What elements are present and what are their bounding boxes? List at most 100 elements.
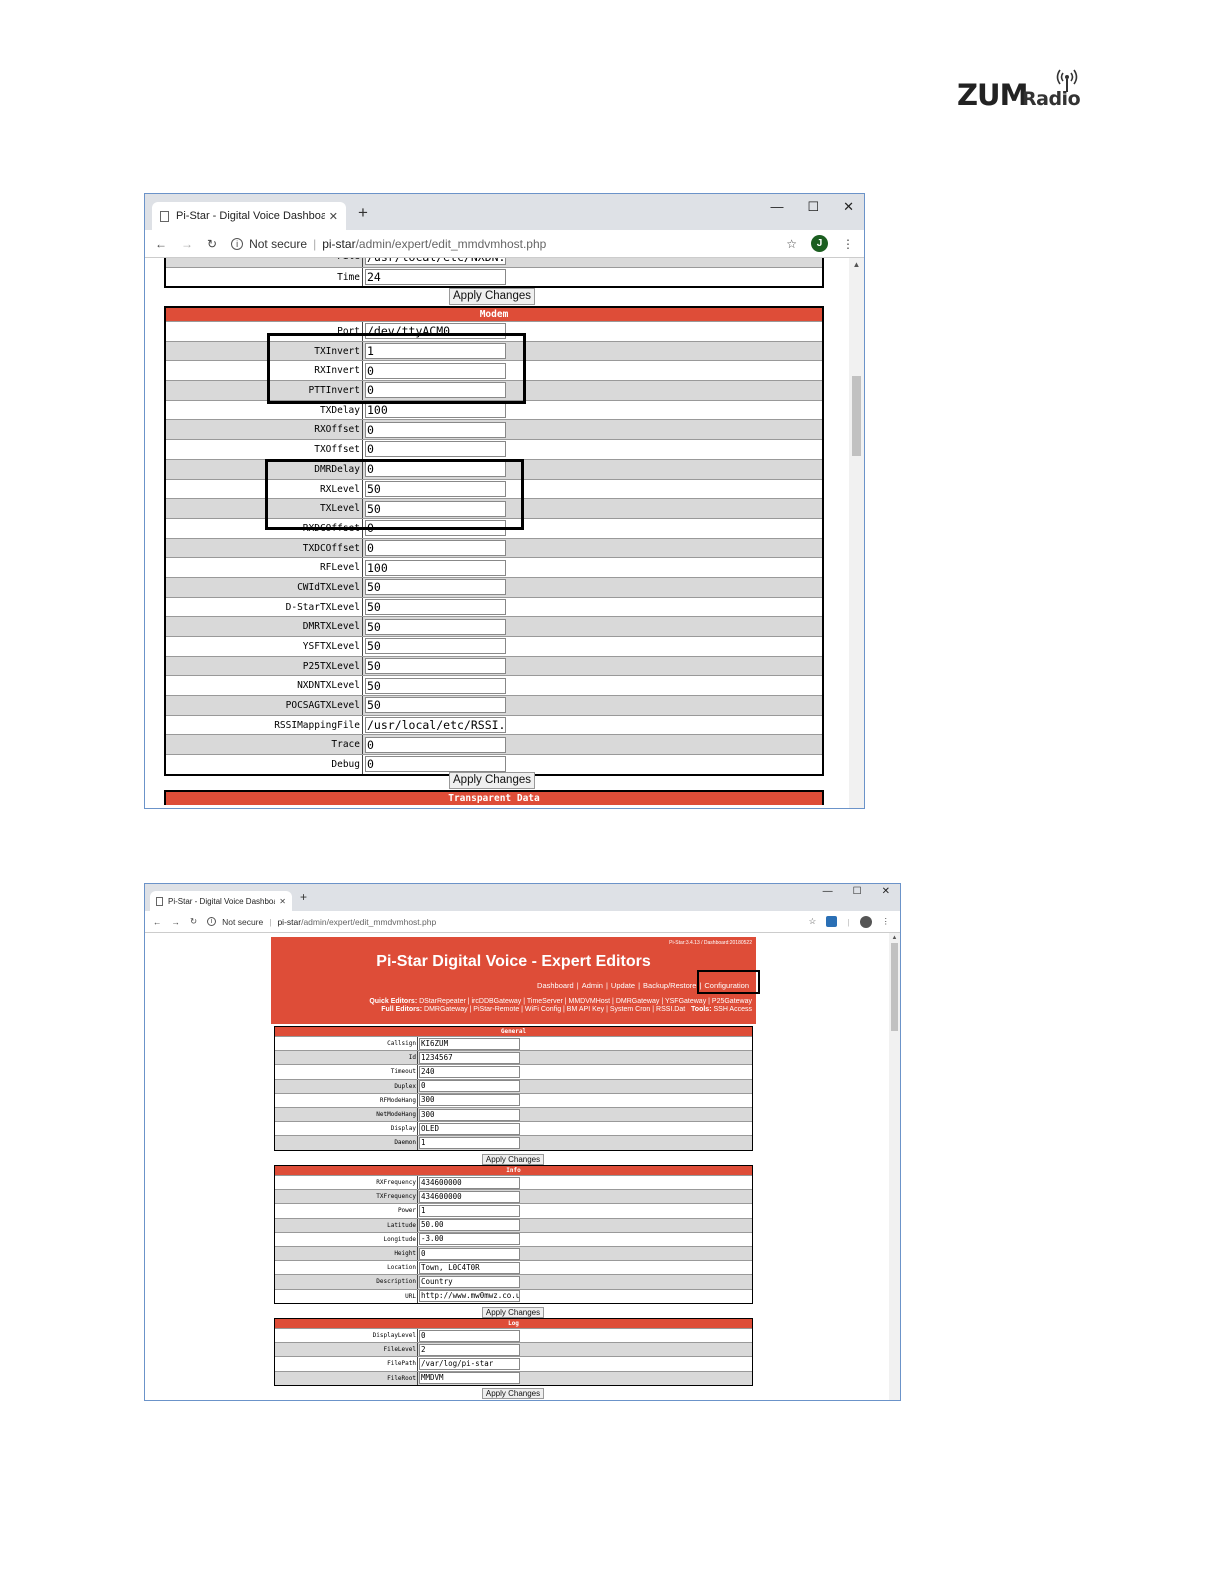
apply-changes-button[interactable]: Apply Changes	[482, 1154, 544, 1165]
section-header-info: Info	[275, 1166, 752, 1175]
maximize-icon[interactable]: ☐	[853, 886, 862, 897]
field-input[interactable]: 0	[419, 1080, 520, 1093]
field-input[interactable]: 0	[365, 736, 506, 753]
field-input[interactable]: 0	[419, 1247, 520, 1260]
field-input[interactable]: 100	[365, 559, 506, 576]
field-input[interactable]: 50	[365, 677, 506, 694]
maximize-icon[interactable]: ☐	[807, 199, 819, 215]
reload-icon[interactable]: ↻	[207, 237, 217, 251]
field-input[interactable]: 1	[419, 1136, 520, 1149]
field-label: Longitude	[275, 1232, 418, 1246]
field-input[interactable]: 0	[365, 539, 506, 556]
field-input[interactable]: 50	[365, 618, 506, 635]
field-input[interactable]: /usr/local/etc/RSSI.dat	[365, 717, 506, 734]
bookmark-star-icon[interactable]: ☆	[786, 237, 797, 251]
apply-changes-button[interactable]: Apply Changes	[449, 772, 535, 789]
field-input[interactable]: http://www.mw0mwz.co.uk/pi	[419, 1290, 520, 1303]
field-input[interactable]: 50	[365, 658, 506, 675]
field-input[interactable]: /var/log/pi-star	[419, 1357, 520, 1370]
scroll-up-icon[interactable]: ▲	[849, 260, 864, 269]
url-field[interactable]: i Not secure | pi-star/admin/expert/edit…	[207, 917, 436, 927]
close-window-icon[interactable]: ✕	[882, 886, 890, 897]
field-label: Latitude	[275, 1218, 418, 1232]
apply-changes-button[interactable]: Apply Changes	[482, 1307, 544, 1318]
field-input[interactable]: 0	[365, 441, 506, 458]
field-input[interactable]: 240	[419, 1065, 520, 1078]
field-input[interactable]: 0	[365, 421, 506, 438]
menu-kebab-icon[interactable]: ⋮	[882, 916, 891, 927]
field-input[interactable]: 0	[365, 756, 506, 773]
close-window-icon[interactable]: ✕	[843, 199, 854, 215]
field-input[interactable]: 50.00	[419, 1219, 520, 1232]
reload-icon[interactable]: ↻	[190, 916, 197, 927]
back-icon[interactable]: ←	[155, 237, 167, 251]
scroll-thumb[interactable]	[891, 943, 898, 1031]
field-input[interactable]: 50	[365, 697, 506, 714]
url-field[interactable]: i Not secure | pi-star/admin/expert/edit…	[231, 237, 546, 251]
field-input[interactable]: -3.00	[419, 1233, 520, 1246]
field-input[interactable]: 50	[365, 598, 506, 615]
config-table-info: Info RXFrequency 434600000 TXFrequency 4346…	[274, 1165, 753, 1304]
tools-links[interactable]: SSH Access	[713, 1006, 752, 1013]
close-tab-icon[interactable]: ✕	[279, 897, 286, 906]
close-tab-icon[interactable]: ✕	[329, 210, 338, 223]
field-input[interactable]: 1	[419, 1204, 520, 1217]
field-input[interactable]: /usr/local/etc/NXDN.csv	[365, 258, 506, 265]
menu-link-update[interactable]: Update	[608, 981, 638, 990]
table-row: Power 1	[275, 1203, 752, 1218]
field-input[interactable]: Country	[419, 1275, 520, 1288]
field-input[interactable]: Town, L0C4T0R	[419, 1261, 520, 1274]
field-input[interactable]: KI6ZUM	[419, 1037, 520, 1050]
field-input[interactable]: 300	[419, 1108, 520, 1121]
field-input[interactable]: 434600000	[419, 1190, 520, 1203]
extension-icon[interactable]	[826, 916, 838, 927]
field-input[interactable]: 300	[419, 1094, 520, 1107]
menu-link-admin[interactable]: Admin	[579, 981, 606, 990]
minimize-icon[interactable]: —	[770, 199, 783, 215]
full-editors-links[interactable]: DMRGateway | PiStar-Remote | WiFi Config…	[424, 1006, 685, 1013]
field-input[interactable]: 50	[365, 579, 506, 596]
browser-tab[interactable]: Pi-Star - Digital Voice Dashboard ✕	[152, 202, 346, 230]
menu-kebab-icon[interactable]: ⋮	[842, 237, 854, 251]
address-bar: ← → ↻ i Not secure | pi-star/admin/exper…	[145, 911, 900, 933]
table-row: YSFTXLevel 50	[166, 636, 822, 656]
document-icon	[156, 896, 163, 906]
field-input[interactable]: 50	[365, 638, 506, 655]
table-row: TXFrequency 434600000	[275, 1189, 752, 1204]
table-row: RFModeHang 300	[275, 1092, 752, 1107]
field-input[interactable]: MMDVM	[419, 1372, 520, 1385]
table-row: Longitude -3.00	[275, 1231, 752, 1246]
info-icon[interactable]: i	[207, 917, 217, 926]
quick-editors-links[interactable]: DStarRepeater | ircDDBGateway | TimeServ…	[419, 998, 752, 1005]
apply-changes-button[interactable]: Apply Changes	[449, 288, 535, 305]
browser-tab[interactable]: Pi-Star - Digital Voice Dashboard ✕	[150, 891, 292, 911]
field-input[interactable]: 100	[365, 402, 506, 419]
scrollbar[interactable]: ▲	[889, 933, 900, 1400]
field-input[interactable]: 434600000	[419, 1176, 520, 1189]
quick-editors-label: Quick Editors:	[369, 998, 418, 1005]
forward-icon[interactable]: →	[181, 237, 193, 251]
minimize-icon[interactable]: —	[823, 886, 833, 897]
bookmark-star-icon[interactable]: ☆	[809, 916, 817, 927]
apply-changes-button[interactable]: Apply Changes	[482, 1388, 544, 1399]
scrollbar[interactable]: ▲	[849, 258, 864, 808]
field-label: TXOffset	[166, 440, 363, 459]
field-label: Callsign	[275, 1037, 418, 1051]
forward-icon[interactable]: →	[172, 917, 181, 927]
back-icon[interactable]: ←	[153, 917, 162, 927]
new-tab-button[interactable]: +	[358, 203, 368, 223]
field-input[interactable]: 1234567	[419, 1051, 520, 1064]
profile-avatar[interactable]	[859, 915, 872, 928]
field-input[interactable]: 24	[365, 269, 506, 286]
info-icon[interactable]: i	[231, 237, 244, 250]
menu-link-dashboard[interactable]: Dashboard	[534, 981, 577, 990]
profile-avatar[interactable]: J	[811, 235, 828, 252]
field-input[interactable]: OLED	[419, 1122, 520, 1135]
scroll-up-icon[interactable]: ▲	[889, 935, 900, 941]
field-input[interactable]: 2	[419, 1343, 520, 1356]
menu-link-backup-restore[interactable]: Backup/Restore	[640, 981, 699, 990]
field-label: Time	[166, 267, 363, 287]
scroll-thumb[interactable]	[852, 376, 861, 456]
field-input[interactable]: 0	[419, 1329, 520, 1342]
new-tab-button[interactable]: +	[300, 890, 307, 904]
